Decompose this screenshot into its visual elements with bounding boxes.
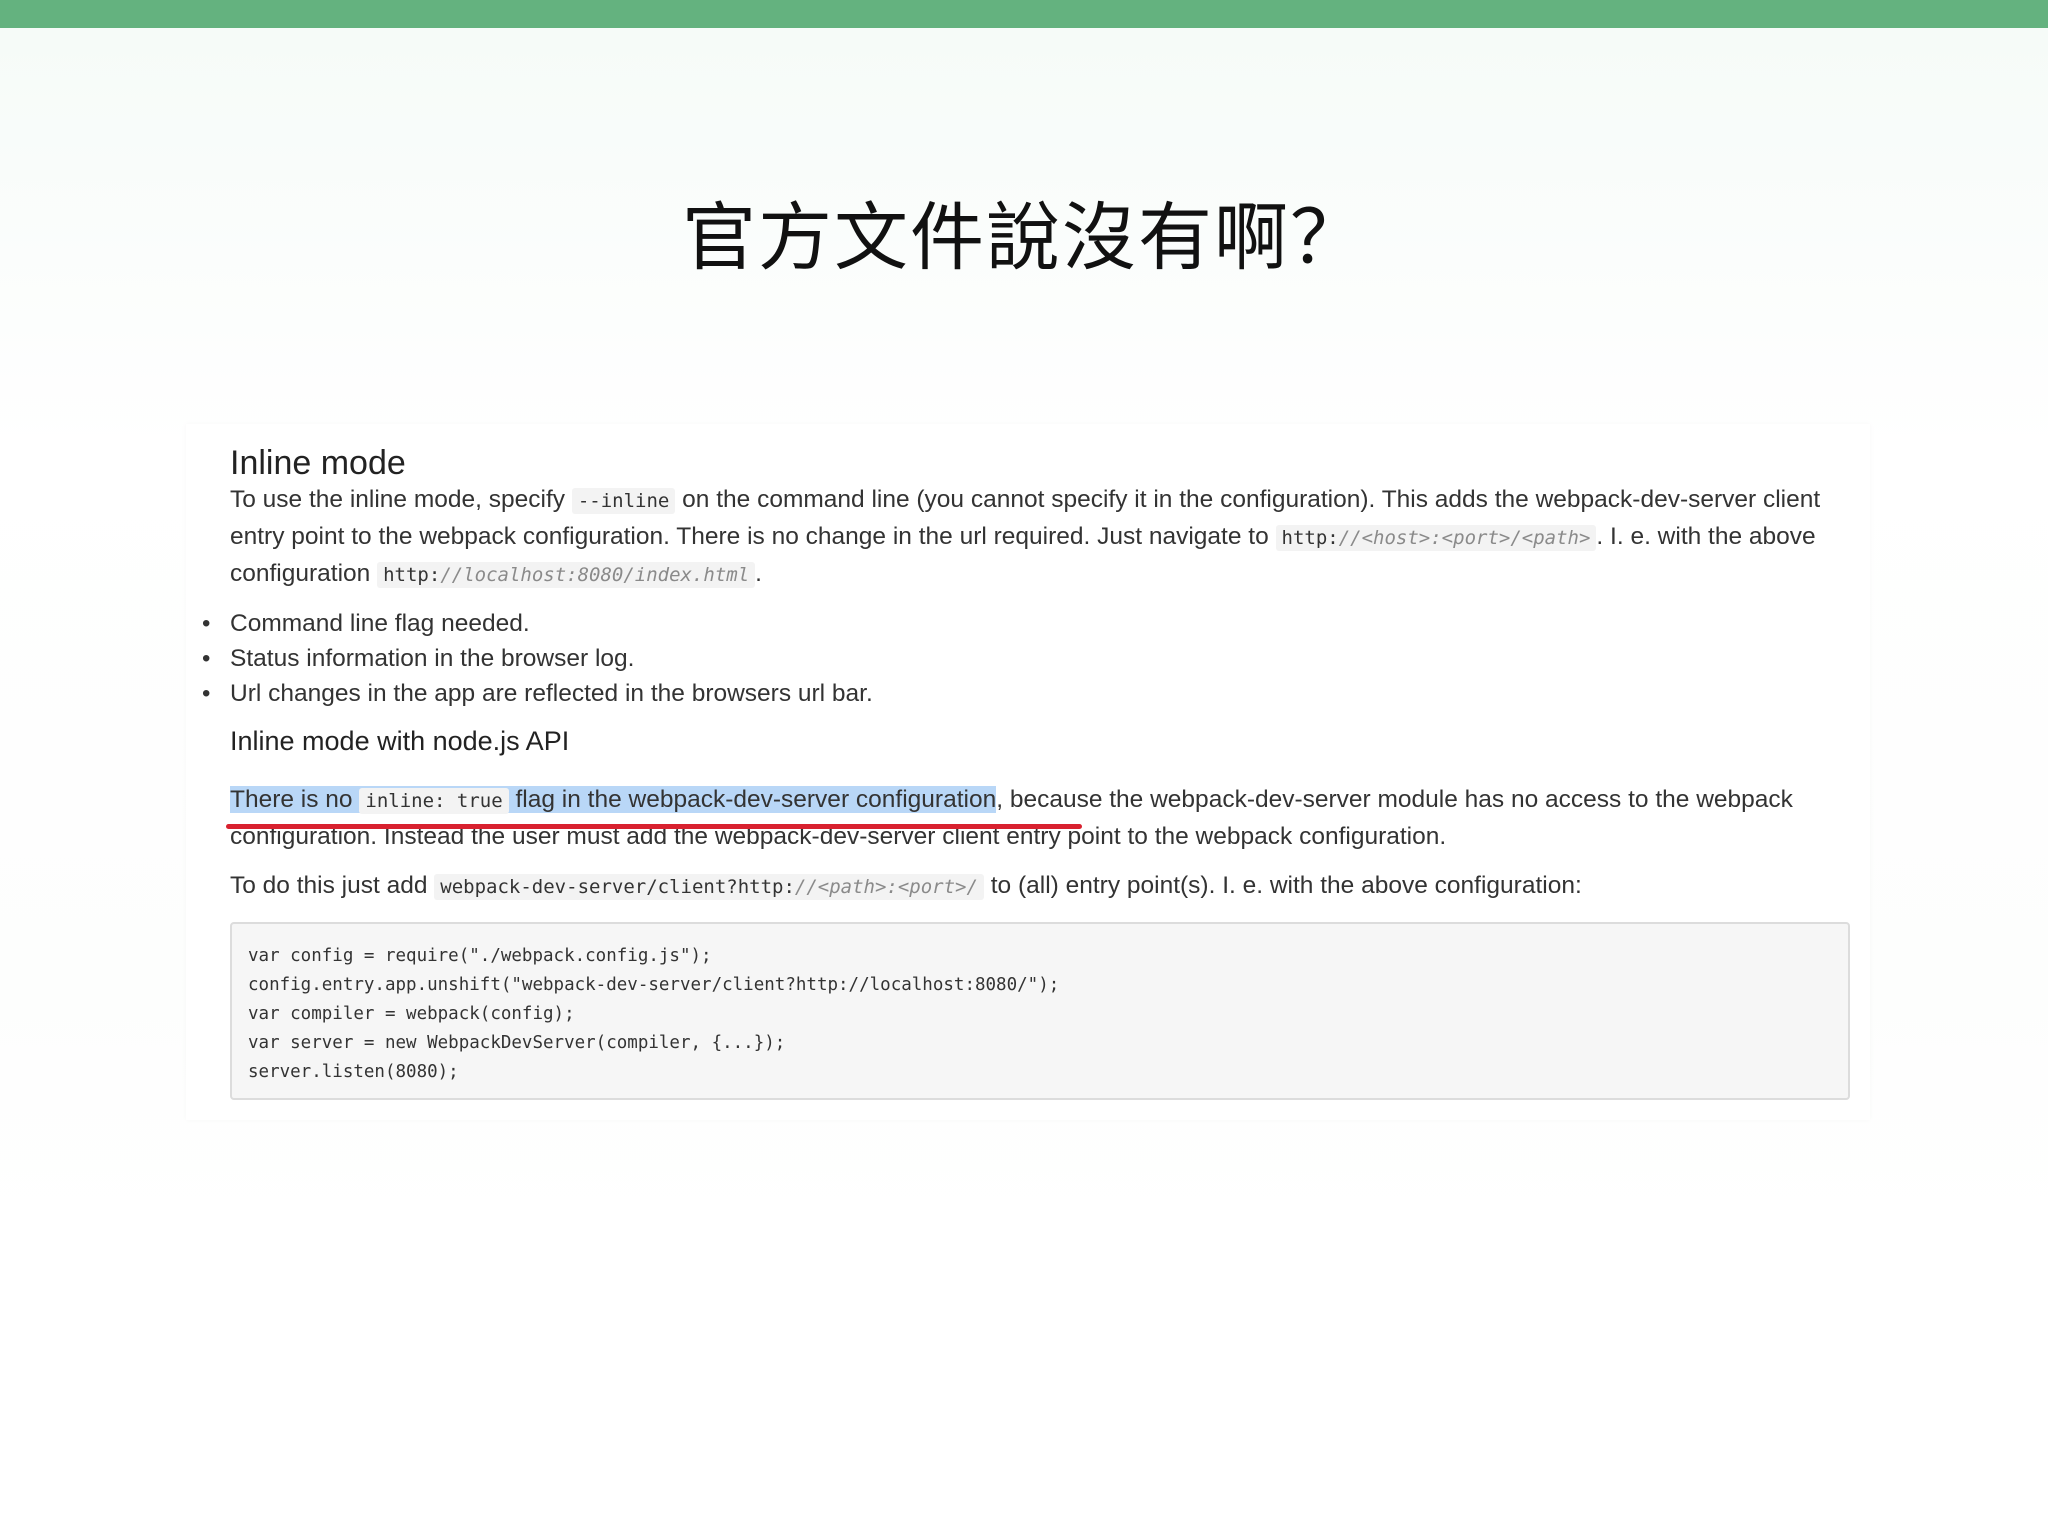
code-line: config.entry.app.unshift("webpack-dev-se… bbox=[248, 975, 1060, 995]
instruction-text-2: to (all) entry point(s). I. e. with the … bbox=[983, 872, 1582, 899]
documentation-screenshot: Inline mode To use the inline mode, spec… bbox=[186, 424, 1870, 1120]
list-item: Status information in the browser log. bbox=[200, 641, 873, 676]
intro-text-4: . bbox=[755, 560, 762, 587]
slide: 官方文件說沒有啊？ Inline mode To use the inline … bbox=[0, 0, 2048, 1536]
url-pattern-prefix: http: bbox=[1281, 527, 1339, 549]
note-paragraph: There is no inline: true flag in the web… bbox=[230, 782, 1840, 855]
code-block: var config = require("./webpack.config.j… bbox=[230, 922, 1850, 1100]
list-item: Url changes in the app are reflected in … bbox=[200, 676, 873, 711]
instruction-text-1: To do this just add bbox=[230, 872, 435, 899]
code-line: server.listen(8080); bbox=[248, 1062, 459, 1082]
example-url-code: http://localhost:8080/index.html bbox=[377, 562, 756, 588]
list-item: Command line flag needed. bbox=[200, 606, 873, 641]
inline-flag-code: --inline bbox=[571, 488, 676, 514]
client-entry-prefix: webpack-dev-server/client?http: bbox=[440, 876, 795, 898]
feature-list: Command line flag needed. Status informa… bbox=[200, 606, 873, 711]
red-underline-annotation bbox=[226, 824, 1082, 829]
url-pattern-code: http://<host>:<port>/<path> bbox=[1275, 525, 1597, 551]
slide-title: 官方文件說沒有啊？ bbox=[682, 195, 1366, 281]
url-pattern-muted: //<host>:<port>/<path> bbox=[1338, 527, 1591, 549]
inline-true-code: inline: true bbox=[359, 788, 509, 814]
slide-top-accent-bar bbox=[0, 0, 2048, 28]
code-line: var compiler = webpack(config); bbox=[248, 1004, 575, 1024]
highlight-text-2: flag in the webpack-dev-server configura… bbox=[508, 786, 997, 813]
subsection-heading: Inline mode with node.js API bbox=[230, 726, 570, 756]
highlight-text-1: There is no bbox=[230, 786, 360, 813]
client-entry-muted: //<path>:<port>/ bbox=[794, 876, 978, 898]
code-line: var config = require("./webpack.config.j… bbox=[248, 946, 712, 966]
section-heading: Inline mode bbox=[230, 444, 406, 482]
example-url-muted: //localhost:8080/index.html bbox=[440, 564, 750, 586]
example-url-prefix: http: bbox=[383, 564, 441, 586]
code-line: var server = new WebpackDevServer(compil… bbox=[248, 1033, 786, 1053]
intro-text-1: To use the inline mode, specify bbox=[230, 486, 572, 513]
client-entry-code: webpack-dev-server/client?http://<path>:… bbox=[434, 874, 984, 900]
intro-paragraph: To use the inline mode, specify --inline… bbox=[230, 482, 1840, 593]
instruction-paragraph: To do this just add webpack-dev-server/c… bbox=[230, 868, 1840, 905]
highlighted-text: There is no inline: true flag in the web… bbox=[230, 786, 997, 814]
